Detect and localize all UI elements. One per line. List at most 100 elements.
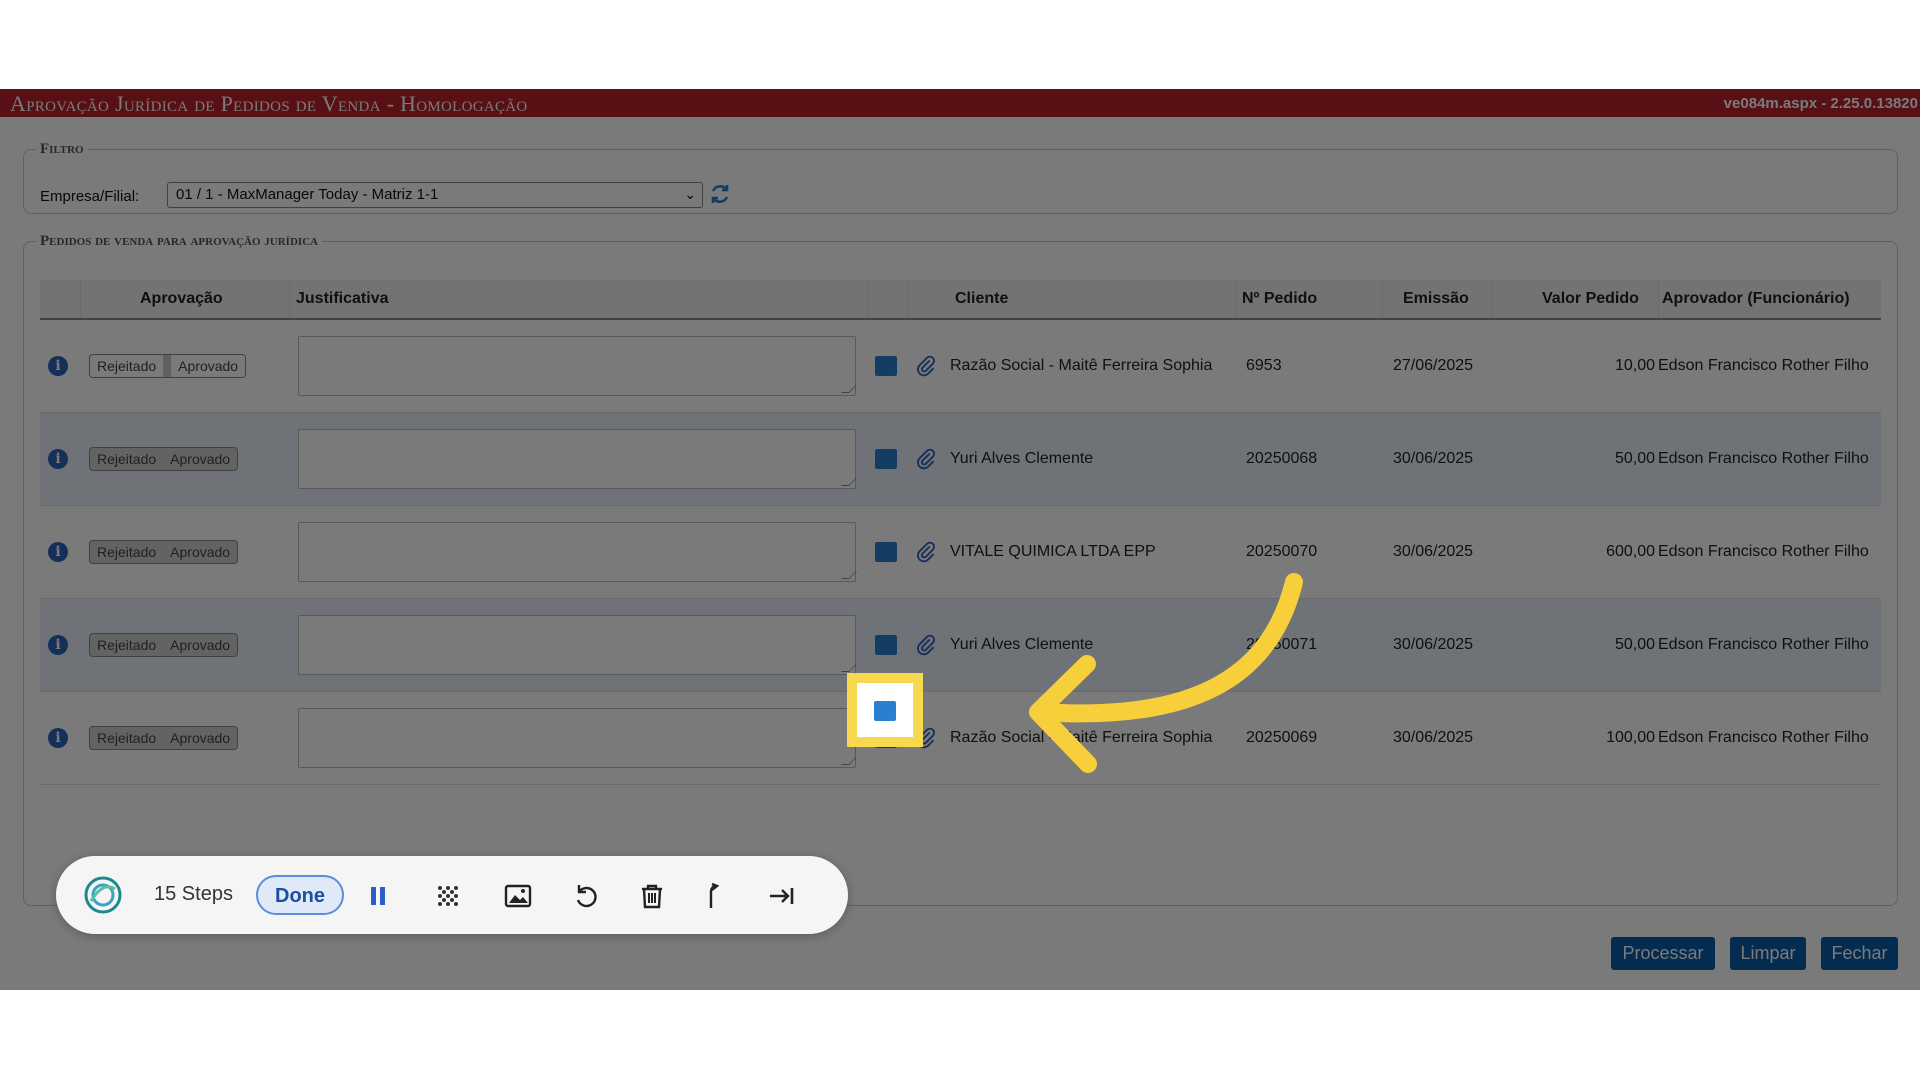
cell-valor: 10,00 [1614, 357, 1655, 374]
page-title: Aprovação Jurídica de Pedidos de Venda -… [10, 91, 528, 116]
cell-cliente: Yuri Alves Clemente [950, 636, 1094, 653]
list-details-icon[interactable] [875, 449, 897, 469]
cell-emissao: 27/06/2025 [1393, 357, 1474, 374]
justification-field[interactable] [298, 522, 856, 582]
cell-pedido: 20250069 [1246, 729, 1318, 746]
image-icon[interactable] [502, 880, 534, 912]
cell-emissao: 30/06/2025 [1393, 636, 1474, 653]
close-button[interactable]: Fechar [1821, 937, 1898, 970]
cell-valor: 50,00 [1614, 450, 1655, 467]
toggle-approved[interactable]: Aprovado [163, 634, 237, 656]
col-justificativa[interactable]: Justificativa [296, 290, 388, 308]
done-button[interactable]: Done [256, 875, 344, 915]
cell-aprovador: Edson Francisco Rother Filho [1658, 636, 1869, 653]
column-separator [907, 280, 908, 318]
justification-field[interactable] [298, 336, 856, 396]
approval-toggle[interactable]: Rejeitado Aprovado [89, 354, 247, 378]
info-icon[interactable]: i [48, 728, 68, 748]
cell-aprovador: Edson Francisco Rother Filho [1658, 543, 1869, 560]
cell-valor: 50,00 [1614, 636, 1655, 653]
orders-section: Pedidos de venda para aprovação jurídica… [23, 233, 1898, 906]
cell-cliente: Razão Social - Maitê Ferreira Sophia [950, 357, 1213, 374]
title-bar: Aprovação Jurídica de Pedidos de Venda -… [0, 89, 1920, 117]
approval-toggle[interactable]: Rejeitado Aprovado [89, 540, 239, 564]
version-label: ve084m.aspx - 2.25.0.13820 [1723, 95, 1918, 112]
toggle-approved[interactable]: Aprovado [163, 727, 237, 749]
table-header: Aprovação Justificativa Cliente Nº Pedid… [40, 280, 1881, 320]
table-row: i Rejeitado Aprovado VITALE QUIMICA LTDA… [40, 506, 1881, 599]
pause-icon[interactable] [362, 880, 394, 912]
col-aprovacao[interactable]: Aprovação [140, 290, 223, 308]
cell-pedido: 20250070 [1246, 543, 1318, 560]
filter-legend: Filtro [40, 141, 84, 157]
process-button[interactable]: Processar [1611, 937, 1715, 970]
cell-pedido: 6953 [1246, 357, 1282, 374]
cell-emissao: 30/06/2025 [1393, 729, 1474, 746]
justification-field[interactable] [298, 429, 856, 489]
col-cliente[interactable]: Cliente [955, 290, 1008, 308]
table-row: i Rejeitado Aprovado Razão Social - Mait… [40, 320, 1881, 413]
skip-to-end-icon[interactable] [766, 880, 798, 912]
clear-button[interactable]: Limpar [1730, 937, 1806, 970]
cell-cliente: VITALE QUIMICA LTDA EPP [950, 543, 1156, 560]
justification-field[interactable] [298, 708, 856, 768]
toggle-rejected[interactable]: Rejeitado [90, 541, 163, 563]
toggle-approved[interactable]: Aprovado [163, 448, 237, 470]
filter-section: Filtro Empresa/Filial: 01 / 1 - MaxManag… [23, 141, 1898, 214]
company-select[interactable]: 01 / 1 - MaxManager Today - Matriz 1-1 ⌄ [167, 182, 703, 208]
info-icon[interactable]: i [48, 542, 68, 562]
recorder-toolbar: 15 Steps Done [56, 856, 848, 934]
toggle-rejected[interactable]: Rejeitado [90, 355, 172, 377]
refresh-icon[interactable] [708, 182, 732, 206]
cell-cliente: Razão Social - Maitê Ferreira Sophia [950, 729, 1213, 746]
column-separator [80, 280, 81, 318]
list-details-icon[interactable] [875, 542, 897, 562]
column-separator [1235, 280, 1236, 318]
table-row: i Rejeitado Aprovado Yuri Alves Clemente… [40, 413, 1881, 506]
toggle-rejected[interactable]: Rejeitado [90, 448, 163, 470]
list-details-icon[interactable] [875, 635, 897, 655]
cell-emissao: 30/06/2025 [1393, 450, 1474, 467]
column-separator [867, 280, 868, 318]
arrow-up-curve-icon[interactable] [700, 880, 732, 912]
col-aprovador[interactable]: Aprovador (Funcionário) [1662, 290, 1850, 308]
info-icon[interactable]: i [48, 449, 68, 469]
col-pedido[interactable]: Nº Pedido [1242, 290, 1317, 308]
cell-aprovador: Edson Francisco Rother Filho [1658, 450, 1869, 467]
attachment-icon[interactable] [915, 634, 937, 656]
undo-icon[interactable] [570, 880, 602, 912]
cell-pedido: 20250068 [1246, 450, 1318, 467]
cell-valor: 100,00 [1606, 729, 1655, 746]
toggle-approved[interactable]: Aprovado [163, 541, 237, 563]
toggle-rejected[interactable]: Rejeitado [90, 634, 163, 656]
cell-aprovador: Edson Francisco Rother Filho [1658, 729, 1869, 746]
toggle-rejected[interactable]: Rejeitado [90, 727, 163, 749]
trash-icon[interactable] [636, 880, 668, 912]
attachment-icon[interactable] [915, 355, 937, 377]
step-highlight [847, 673, 923, 747]
info-icon[interactable]: i [48, 356, 68, 376]
column-separator [289, 280, 290, 318]
col-emissao[interactable]: Emissão [1403, 290, 1469, 308]
cell-valor: 600,00 [1606, 543, 1655, 560]
approval-toggle[interactable]: Rejeitado Aprovado [89, 726, 239, 750]
justification-field[interactable] [298, 615, 856, 675]
approval-toggle[interactable]: Rejeitado Aprovado [89, 633, 239, 657]
approval-toggle[interactable]: Rejeitado Aprovado [89, 447, 239, 471]
info-icon[interactable]: i [48, 635, 68, 655]
toggle-approved[interactable]: Aprovado [171, 355, 245, 377]
orders-legend: Pedidos de venda para aprovação jurídica [40, 233, 319, 249]
company-label: Empresa/Filial: [40, 188, 140, 205]
company-select-value: 01 / 1 - MaxManager Today - Matriz 1-1 [176, 186, 439, 203]
list-details-icon[interactable] [874, 701, 896, 721]
steps-count: 15 Steps [154, 883, 233, 905]
attachment-icon[interactable] [915, 541, 937, 563]
attachment-icon[interactable] [915, 448, 937, 470]
col-valor[interactable]: Valor Pedido [1542, 290, 1639, 308]
cell-emissao: 30/06/2025 [1393, 543, 1474, 560]
chevron-down-icon: ⌄ [684, 186, 696, 202]
list-details-icon[interactable] [875, 356, 897, 376]
cell-aprovador: Edson Francisco Rother Filho [1658, 357, 1869, 374]
blur-icon[interactable] [432, 880, 464, 912]
column-separator [1658, 280, 1659, 318]
